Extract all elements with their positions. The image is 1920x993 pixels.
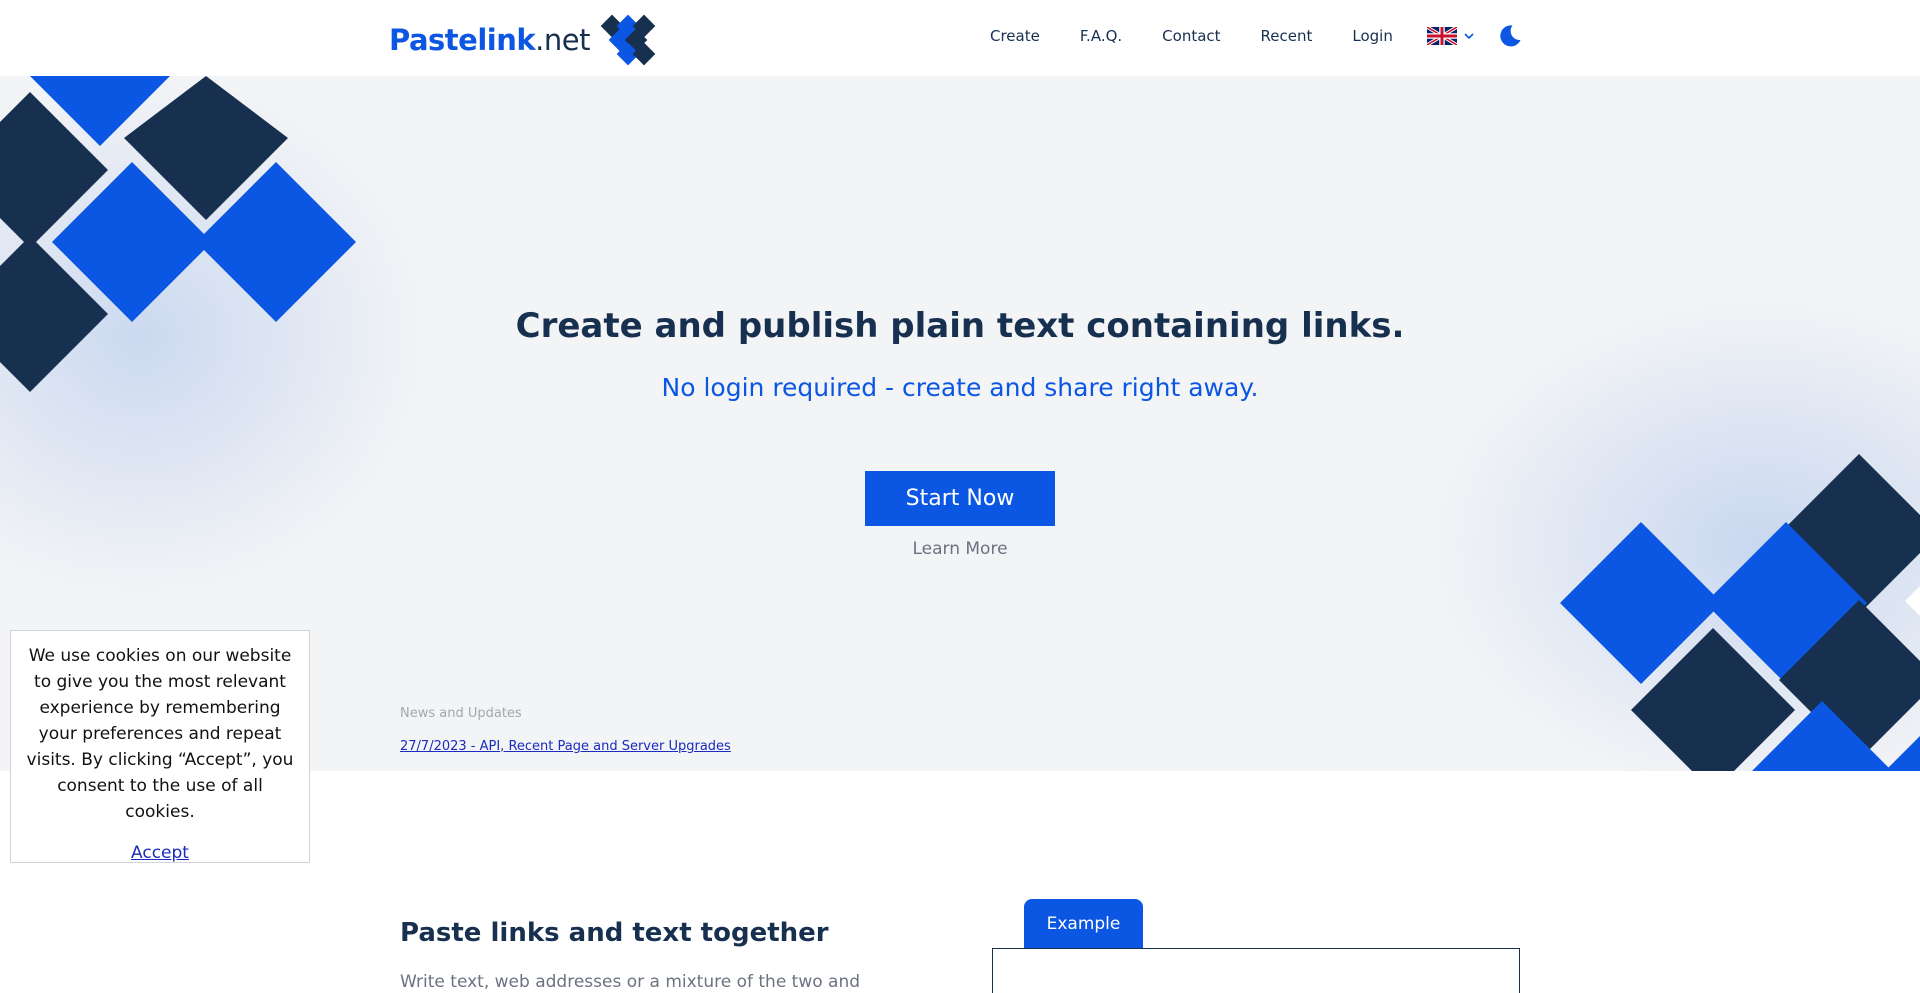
feature-description: Write text, web addresses or a mixture o… (400, 972, 861, 992)
moon-icon[interactable] (1497, 23, 1523, 49)
learn-more-link[interactable]: Learn More (0, 539, 1920, 559)
nav-create[interactable]: Create (990, 27, 1040, 45)
hero-title: Create and publish plain text containing… (515, 306, 1405, 346)
language-selector[interactable] (1426, 27, 1475, 45)
news-item-link[interactable]: 27/7/2023 - API, Recent Page and Server … (400, 739, 731, 754)
site-logo[interactable]: Pastelink.net (389, 12, 658, 68)
news-heading: News and Updates (400, 706, 522, 721)
nav-faq[interactable]: F.A.Q. (1080, 27, 1122, 45)
logo-name-strong: Pastelink (389, 23, 536, 57)
site-header: Pastelink.net Create F.A.Q. Contact Rece… (0, 0, 1920, 76)
start-now-button[interactable]: Start Now (865, 471, 1055, 526)
feature-title: Paste links and text together (400, 918, 829, 948)
hero-subtitle: No login required - create and share rig… (661, 373, 1259, 402)
main-nav: Create F.A.Q. Contact Recent Login (990, 22, 1523, 50)
nav-contact[interactable]: Contact (1162, 27, 1220, 45)
cookie-banner: We use cookies on our website to give yo… (10, 630, 310, 863)
cookie-message: We use cookies on our website to give yo… (26, 646, 294, 822)
logo-text: Pastelink.net (389, 23, 590, 57)
chevron-down-icon (1464, 33, 1474, 40)
nav-recent[interactable]: Recent (1261, 27, 1313, 45)
uk-flag-icon (1426, 27, 1457, 45)
nav-login[interactable]: Login (1352, 27, 1392, 45)
example-tab[interactable]: Example (1024, 899, 1143, 949)
cookie-accept-button[interactable]: Accept (131, 843, 189, 863)
logo-name-light: .net (535, 23, 590, 57)
example-panel (992, 948, 1520, 993)
logo-diamond-icon (598, 12, 658, 68)
